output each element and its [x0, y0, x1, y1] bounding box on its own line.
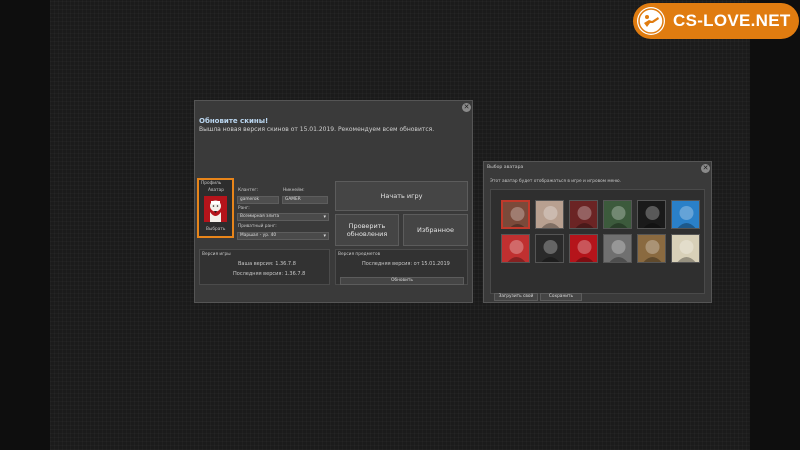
- private-rank-select-value: Маршал - ур. 40: [240, 233, 277, 238]
- update-button[interactable]: Обновить: [340, 277, 464, 285]
- items-last-version-text: Последняя версия: от 15.01.2019: [362, 261, 450, 267]
- kfc-avatar-icon[interactable]: [569, 234, 598, 263]
- avatar-hint: Этот аватар будет отображаться в игре и …: [490, 179, 622, 184]
- profile-label: Профиль: [201, 181, 222, 186]
- rank-select[interactable]: Всемирная элита ▾: [237, 213, 329, 221]
- ghost-girl-avatar-icon[interactable]: [535, 234, 564, 263]
- soldier-avatar-icon[interactable]: [501, 200, 530, 229]
- gasmask-avatar-icon[interactable]: [603, 200, 632, 229]
- close-icon[interactable]: ✕: [701, 164, 710, 173]
- bearded-avatar-icon[interactable]: [637, 234, 666, 263]
- your-version-text: Ваша версия: 1.36.7.8: [238, 261, 296, 267]
- bunny-avatar-icon[interactable]: [637, 200, 666, 229]
- rank-label: Ранг:: [238, 206, 250, 211]
- watermark-text: CS-LOVE.NET: [673, 11, 791, 30]
- save-avatar-button[interactable]: Сохранить: [540, 293, 582, 301]
- check-updates-button[interactable]: Проверить обновления: [335, 214, 399, 246]
- favorites-button[interactable]: Избранное: [403, 214, 468, 246]
- private-rank-select[interactable]: Маршал - ур. 40 ▾: [237, 232, 329, 240]
- background-left: [0, 0, 50, 450]
- watermark-logo: CS-LOVE.NET: [633, 3, 799, 39]
- close-icon[interactable]: ✕: [462, 103, 471, 112]
- private-rank-label: Приватный ранг:: [238, 224, 277, 229]
- last-version-text: Последняя версия: 1.36.7.8: [233, 271, 306, 277]
- avatar-picker-title: Выбор аватара: [487, 165, 524, 170]
- update-title: Обновите скины!: [199, 117, 269, 125]
- game-version-title: Версия игры: [202, 252, 231, 257]
- nickname-input[interactable]: GAMER: [282, 196, 328, 204]
- update-message: Вышла новая версия скинов от 15.01.2019.…: [199, 126, 435, 133]
- avatar-picker-window: Выбор аватара ✕ Этот аватар будет отобра…: [483, 161, 712, 303]
- launcher-window: ✕ Обновите скины! Вышла новая версия ски…: [194, 100, 473, 303]
- clan-tag-input[interactable]: gamerok: [237, 196, 279, 204]
- rank-select-value: Всемирная элита: [240, 214, 280, 219]
- zombie-avatar-icon[interactable]: [569, 200, 598, 229]
- choose-avatar-button[interactable]: Выбрать: [206, 227, 225, 232]
- clan-tag-label: Клантег:: [238, 188, 259, 193]
- nickname-label: Никнейм:: [283, 188, 305, 193]
- items-version-title: Версия предметов: [338, 252, 381, 257]
- chevron-down-icon: ▾: [323, 214, 326, 220]
- cs-logo-icon: [637, 7, 665, 35]
- avatar-grid: [490, 189, 705, 294]
- bird-avatar-icon[interactable]: [671, 200, 700, 229]
- items-version-panel: Версия предметов Последняя версия: от 15…: [335, 249, 468, 285]
- start-game-button[interactable]: Начать игру: [335, 181, 468, 211]
- upload-avatar-button[interactable]: Загрузить свой: [494, 293, 538, 301]
- chevron-down-icon: ▾: [323, 233, 326, 239]
- avatar-label: Аватар: [208, 188, 224, 193]
- clown-mask-avatar-icon[interactable]: [501, 234, 530, 263]
- kfc-avatar-icon: [204, 196, 227, 222]
- guyfawkes-avatar-icon[interactable]: [671, 234, 700, 263]
- robot-avatar-icon[interactable]: [603, 234, 632, 263]
- profile-avatar-box[interactable]: Профиль Аватар Выбрать: [197, 178, 234, 238]
- game-version-panel: Версия игры Ваша версия: 1.36.7.8 Послед…: [199, 249, 330, 285]
- figure-avatar-icon[interactable]: [535, 200, 564, 229]
- background-right: [750, 0, 800, 450]
